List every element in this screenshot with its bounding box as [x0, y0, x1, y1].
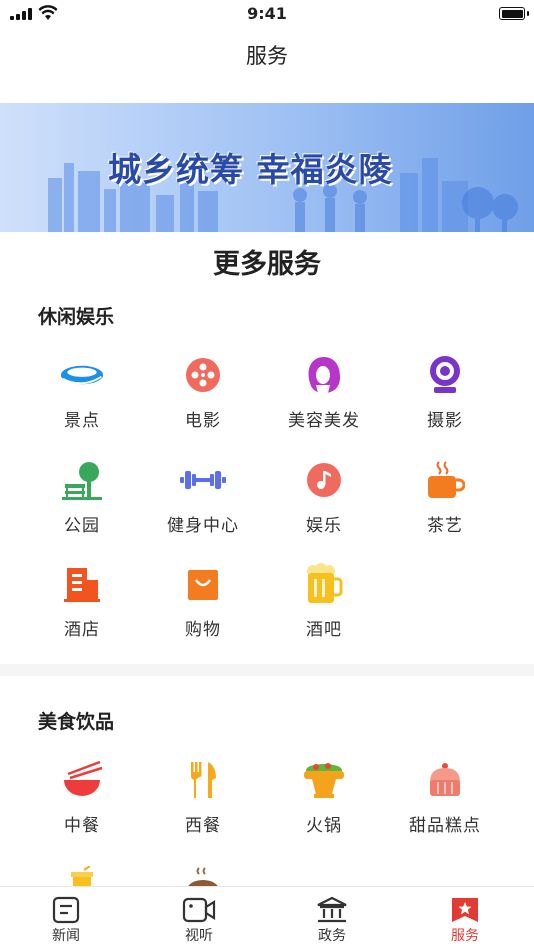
service-item-label: 公园 [64, 516, 100, 536]
service-item-hotpot[interactable]: 火锅 [264, 757, 384, 836]
tea-cup-icon [422, 457, 468, 503]
service-item-label: 购物 [185, 620, 221, 640]
government-icon [292, 895, 372, 925]
hair-beauty-icon [301, 352, 347, 398]
service-item-scenic[interactable]: 景点 [22, 352, 142, 431]
service-item-park[interactable]: 公园 [22, 457, 142, 536]
service-item-photo[interactable]: 摄影 [385, 352, 505, 431]
bowl-chopsticks-icon [59, 757, 105, 803]
service-item-tea[interactable]: 茶艺 [385, 457, 505, 536]
camera-icon [422, 352, 468, 398]
status-time: 9:41 [247, 4, 287, 23]
service-item-label: 摄影 [427, 411, 463, 431]
page-title: 服务 [246, 44, 288, 68]
service-item-entertainment[interactable]: 娱乐 [264, 457, 384, 536]
tab-label: 视听 [185, 928, 213, 944]
tab-label: 服务 [451, 928, 479, 944]
service-icon [425, 895, 505, 925]
park-icon [59, 457, 105, 503]
shopping-bag-icon [180, 561, 226, 607]
tab-video[interactable]: 视听 [159, 895, 239, 945]
service-item-chinese-food[interactable]: 中餐 [22, 757, 142, 836]
service-item-label: 电影 [185, 411, 221, 431]
service-item-label: 美容美发 [288, 411, 360, 431]
service-item-label: 西餐 [185, 816, 221, 836]
tab-bar: 新闻 视听 政务 服务 [0, 886, 534, 951]
status-bar: 9:41 [0, 0, 534, 28]
service-item-western-food[interactable]: 西餐 [143, 757, 263, 836]
service-item-dessert[interactable]: 甜品糕点 [385, 757, 505, 836]
section-divider [0, 664, 534, 676]
cake-icon [422, 757, 468, 803]
service-item-beauty[interactable]: 美容美发 [264, 352, 384, 431]
service-item-shopping[interactable]: 购物 [143, 561, 263, 640]
dumbbell-icon [180, 457, 226, 503]
tab-label: 新闻 [52, 928, 80, 944]
service-item-label: 酒店 [64, 620, 100, 640]
tab-label: 政务 [318, 928, 346, 944]
tab-service[interactable]: 服务 [425, 895, 505, 945]
service-item-label: 酒吧 [306, 620, 342, 640]
service-item-label: 茶艺 [427, 516, 463, 536]
service-item-label: 景点 [64, 411, 100, 431]
service-item-film[interactable]: 电影 [143, 352, 263, 431]
section-title-food: 美食饮品 [38, 711, 115, 733]
tab-government[interactable]: 政务 [292, 895, 372, 945]
service-item-fitness[interactable]: 健身中心 [143, 457, 263, 536]
service-item-label: 娱乐 [306, 516, 342, 536]
section-title-leisure: 休闲娱乐 [38, 306, 115, 328]
music-note-icon [301, 457, 347, 503]
service-item-hotel[interactable]: 酒店 [22, 561, 142, 640]
service-item-label: 甜品糕点 [409, 816, 481, 836]
more-services-title: 更多服务 [213, 249, 321, 280]
service-item-label: 中餐 [64, 816, 100, 836]
hot-pot-icon [301, 757, 347, 803]
promo-banner[interactable]: 城乡统筹 幸福炎陵 [0, 103, 534, 232]
video-icon [159, 895, 239, 925]
hotel-icon [59, 561, 105, 607]
service-item-bar[interactable]: 酒吧 [264, 561, 384, 640]
service-item-label: 健身中心 [167, 516, 239, 536]
fork-knife-icon [180, 757, 226, 803]
banner-text: 城乡统筹 幸福炎陵 [108, 150, 393, 189]
beer-mug-icon [301, 561, 347, 607]
scenic-spot-icon [59, 352, 105, 398]
film-reel-icon [180, 352, 226, 398]
news-icon [26, 895, 106, 925]
tab-news[interactable]: 新闻 [26, 895, 106, 945]
service-item-label: 火锅 [306, 816, 342, 836]
battery-icon [499, 7, 529, 20]
